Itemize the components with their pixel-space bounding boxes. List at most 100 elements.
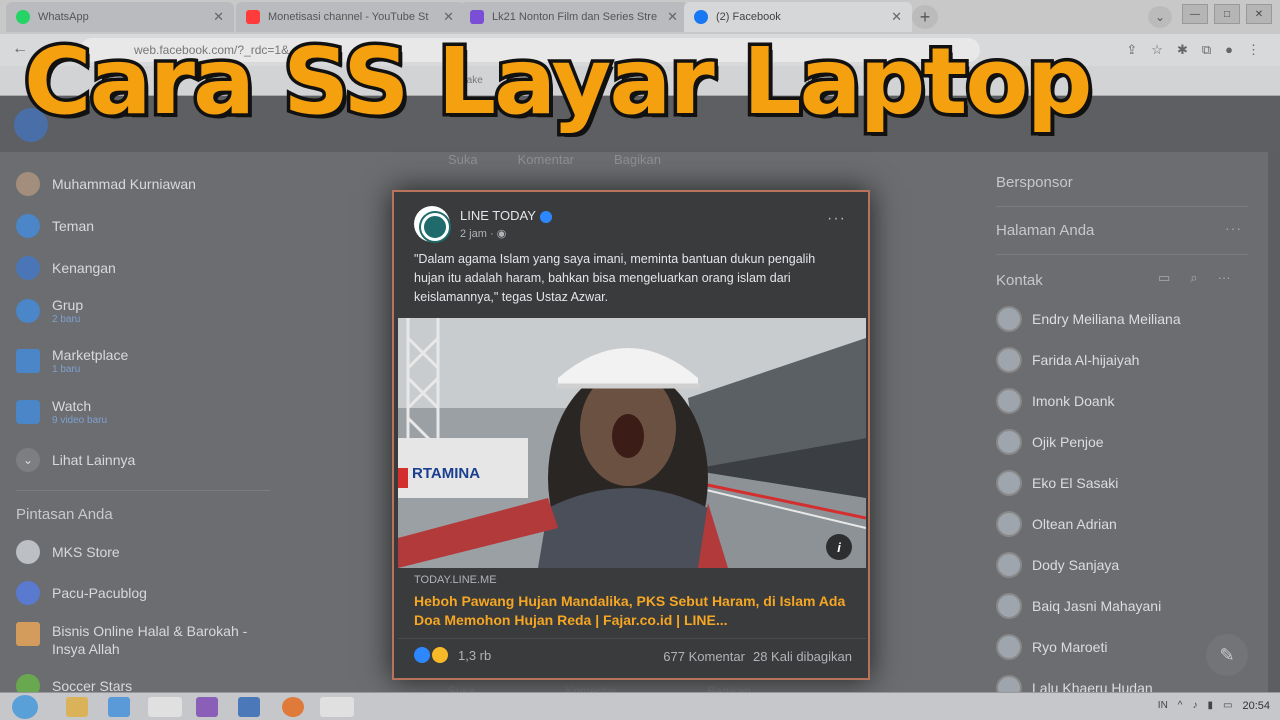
- minimize-button[interactable]: —: [1182, 4, 1208, 24]
- tab-label: Monetisasi channel - YouTube St: [268, 11, 429, 23]
- divider: [996, 206, 1248, 207]
- close-icon[interactable]: ✕: [891, 9, 902, 25]
- browser-toolbar-icons: ⇪ ☆ ✱ ⧉ ● ⋮: [1126, 42, 1260, 58]
- new-tab-button[interactable]: +: [912, 5, 938, 29]
- contact-item[interactable]: Imonk Doank: [996, 388, 1114, 414]
- more-icon[interactable]: ···: [1218, 270, 1231, 286]
- contact-item[interactable]: Baiq Jasni Mahayani: [996, 593, 1161, 619]
- avatar: [996, 634, 1022, 660]
- contact-item[interactable]: Dody Sanjaya: [996, 552, 1119, 578]
- like-reaction-icon: [414, 647, 430, 663]
- more-options-icon[interactable]: ···: [827, 210, 846, 228]
- contact-item[interactable]: Farida Al-hijaiyah: [996, 347, 1139, 373]
- video-call-icon[interactable]: ▭: [1158, 270, 1170, 286]
- close-icon[interactable]: ✕: [443, 9, 454, 25]
- sidebar-item-label: Grup: [52, 297, 84, 313]
- vlc-icon[interactable]: [320, 697, 354, 717]
- contact-name: Ojik Penjoe: [1032, 434, 1104, 450]
- contact-item[interactable]: Eko El Sasaki: [996, 470, 1118, 496]
- post-header: LINE TODAY 2 jam · ◉: [414, 206, 552, 242]
- profile-icon[interactable]: ●: [1225, 42, 1233, 58]
- contact-item[interactable]: Oltean Adrian: [996, 511, 1117, 537]
- link-preview[interactable]: TODAY.LINE.ME Heboh Pawang Hujan Mandali…: [398, 568, 866, 630]
- share-icon[interactable]: ⇪: [1126, 42, 1137, 58]
- shortcut-item[interactable]: MKS Store: [16, 540, 120, 564]
- close-window-button[interactable]: ✕: [1246, 4, 1272, 24]
- shortcut-item[interactable]: Bisnis Online Halal & Barokah - Insya Al…: [16, 622, 262, 658]
- language-indicator[interactable]: IN: [1158, 700, 1168, 712]
- post-stats: 677 Komentar 28 Kali dibagikan: [663, 649, 852, 664]
- shortcut-item[interactable]: Pacu-Pacublog: [16, 581, 147, 605]
- firefox-icon[interactable]: [282, 697, 304, 717]
- close-icon[interactable]: ✕: [667, 9, 678, 25]
- post-card: LINE TODAY 2 jam · ◉ ··· "Dalam agama Is…: [392, 190, 870, 680]
- arrow-up-icon[interactable]: ^: [1178, 700, 1183, 712]
- post-photo[interactable]: RTAMINA i: [398, 318, 866, 568]
- contact-name: Dody Sanjaya: [1032, 557, 1120, 573]
- reactions-summary[interactable]: 1,3 rb: [414, 647, 491, 663]
- compose-icon: ✎: [1219, 644, 1235, 665]
- volume-icon[interactable]: ♪: [1193, 700, 1198, 712]
- system-tray: IN ^ ♪ ▮ ▭ 20:54: [1158, 700, 1270, 712]
- clock-icon: [16, 256, 40, 280]
- clock[interactable]: 20:54: [1242, 700, 1270, 712]
- sidebar-item-watch[interactable]: Watch 9 video baru: [16, 397, 107, 426]
- sidebar-item-marketplace[interactable]: Marketplace 1 baru: [16, 346, 128, 375]
- star-icon[interactable]: ☆: [1151, 42, 1163, 58]
- sidebar-item-profile[interactable]: Muhammad Kurniawan: [16, 172, 196, 196]
- video-icon: [16, 399, 40, 424]
- comment-button[interactable]: Komentar: [518, 152, 574, 167]
- more-icon[interactable]: ···: [1225, 220, 1242, 236]
- avatar: [996, 388, 1022, 414]
- puzzle-icon[interactable]: ⧉: [1202, 42, 1211, 58]
- tab-search-icon[interactable]: ⌄: [1148, 6, 1172, 28]
- close-icon[interactable]: ✕: [213, 9, 224, 25]
- contact-item[interactable]: Ojik Penjoe: [996, 429, 1104, 455]
- comment-count[interactable]: 677 Komentar: [663, 649, 745, 664]
- sidebar-item-see-more[interactable]: ⌄ Lihat Lainnya: [16, 448, 135, 472]
- video-title-overlay: Cara SS Layar Laptop: [20, 25, 1095, 139]
- share-count[interactable]: 28 Kali dibagikan: [753, 649, 852, 664]
- extension-icon[interactable]: ✱: [1177, 42, 1188, 58]
- shortcuts-heading: Pintasan Anda: [16, 506, 113, 523]
- search-icon[interactable]: ⌕: [1190, 270, 1197, 286]
- post-text: "Dalam agama Islam yang saya imani, memi…: [414, 252, 816, 304]
- info-icon[interactable]: i: [826, 534, 852, 560]
- new-message-button[interactable]: ✎: [1206, 634, 1248, 676]
- lk21-icon: [470, 10, 484, 24]
- sidebar-item-friends[interactable]: Teman: [16, 214, 94, 238]
- signal-icon[interactable]: ▮: [1208, 700, 1214, 712]
- flag-icon: [16, 622, 40, 646]
- contact-name: Endry Meiliana Meiliana: [1032, 311, 1181, 327]
- like-button[interactable]: Suka: [448, 152, 478, 167]
- left-sidebar: Muhammad Kurniawan Teman Kenangan Grup 2 …: [0, 152, 280, 698]
- folder-icon[interactable]: [66, 697, 88, 717]
- start-button[interactable]: [12, 695, 38, 719]
- contact-item[interactable]: Ryo Maroeti: [996, 634, 1107, 660]
- sidebar-item-label: Lihat Lainnya: [52, 452, 136, 468]
- page-name-link[interactable]: LINE TODAY: [460, 208, 552, 223]
- line-today-logo[interactable]: [414, 206, 450, 242]
- reaction-count: 1,3 rb: [458, 647, 492, 663]
- divider: [16, 490, 270, 491]
- contact-name: Eko El Sasaki: [1032, 475, 1119, 491]
- share-button[interactable]: Bagikan: [614, 152, 661, 167]
- new-badge: 2 baru: [52, 314, 81, 325]
- avatar: [996, 429, 1022, 455]
- app-icon[interactable]: [108, 697, 130, 717]
- premiere-icon[interactable]: [196, 697, 218, 717]
- contact-item[interactable]: Endry Meiliana Meiliana: [996, 306, 1181, 332]
- maximize-button[interactable]: □: [1214, 4, 1240, 24]
- photoshop-icon[interactable]: [238, 697, 260, 717]
- menu-icon[interactable]: ⋮: [1247, 42, 1260, 58]
- link-title[interactable]: Heboh Pawang Hujan Mandalika, PKS Sebut …: [414, 592, 854, 630]
- sidebar-item-memories[interactable]: Kenangan: [16, 256, 116, 280]
- groups-icon: [16, 298, 40, 323]
- battery-icon[interactable]: ▭: [1223, 700, 1232, 712]
- chrome-icon[interactable]: [148, 697, 182, 717]
- scrollbar[interactable]: [1268, 152, 1280, 720]
- sponsored-heading: Bersponsor: [996, 174, 1073, 191]
- page-avatar: [16, 581, 40, 605]
- shortcut-label: MKS Store: [52, 544, 120, 560]
- sidebar-item-groups[interactable]: Grup 2 baru: [16, 296, 83, 325]
